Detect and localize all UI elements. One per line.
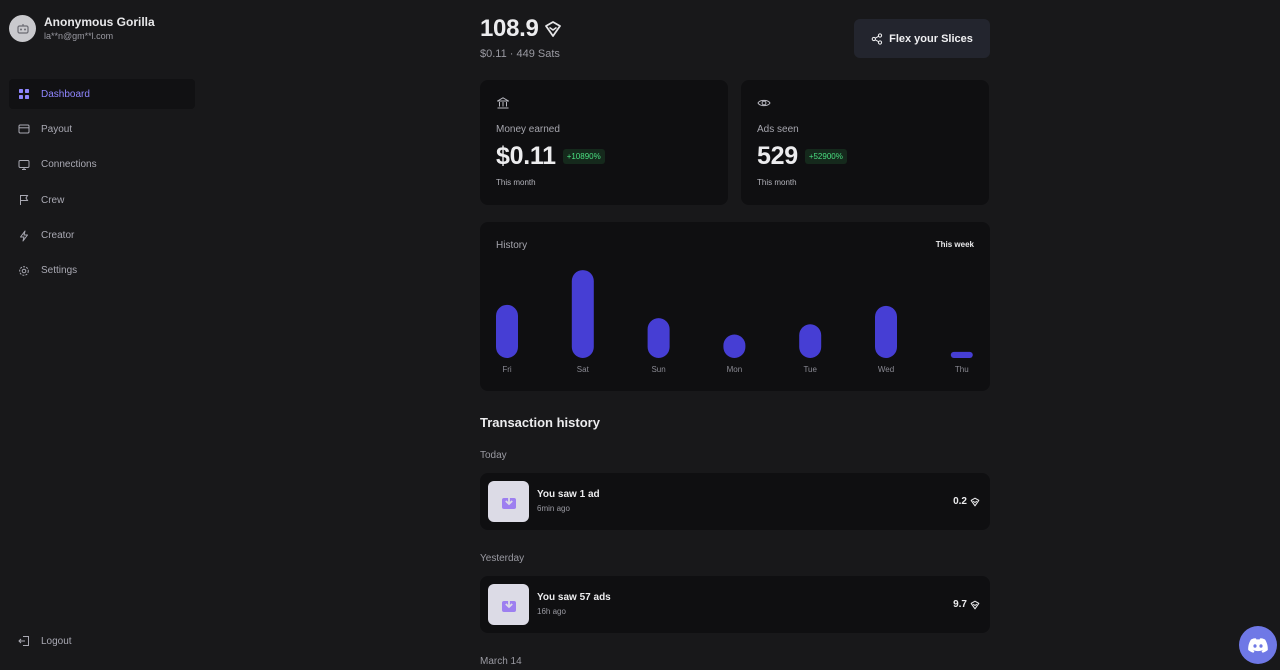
user-name: Anonymous Gorilla: [44, 15, 155, 29]
history-x-label: Wed: [878, 365, 894, 374]
sidebar-item-crew[interactable]: Crew: [9, 185, 195, 215]
history-x-label: Mon: [727, 365, 743, 374]
slice-icon: [970, 600, 980, 609]
history-bar-sun: [647, 318, 670, 358]
transaction-row[interactable]: You saw 1 ad 6min ago 0.2: [480, 473, 990, 530]
history-x-label: Tue: [803, 365, 817, 374]
transaction-title: You saw 1 ad: [537, 489, 600, 500]
history-period-selector[interactable]: This week: [936, 240, 974, 249]
sidebar-item-connections[interactable]: Connections: [9, 150, 195, 180]
bank-icon: [497, 97, 509, 109]
transaction-thumbnail: [488, 481, 529, 522]
grid-icon: [19, 89, 29, 99]
transaction-group-label: March 14: [480, 656, 522, 667]
history-bar-mon: [723, 334, 746, 358]
transaction-history-title: Transaction history: [480, 415, 600, 430]
sidebar: Anonymous Gorilla la**n@gm**l.com Dashbo…: [0, 0, 205, 670]
monitor-icon: [18, 159, 30, 170]
logout-icon: [18, 636, 29, 646]
history-x-label: Thu: [955, 365, 969, 374]
avatar: [9, 15, 36, 42]
bolt-icon: [20, 230, 28, 242]
ads-seen-card: Ads seen 529 +52900% This month: [741, 80, 989, 205]
balance-value: 108.9: [480, 15, 539, 42]
download-icon: [501, 494, 516, 509]
sidebar-item-creator[interactable]: Creator: [9, 221, 195, 251]
stat-title: Money earned: [496, 124, 560, 135]
stat-change-badge: +52900%: [804, 149, 847, 164]
sidebar-item-dashboard[interactable]: Dashboard: [9, 79, 195, 109]
share-icon: [871, 32, 883, 45]
transaction-group-label: Yesterday: [480, 553, 525, 564]
money-earned-card: Money earned $0.11 +10890% This month: [480, 80, 728, 205]
history-title: History: [496, 240, 528, 251]
stat-value: $0.11: [496, 142, 556, 170]
logout-label: Logout: [41, 635, 72, 647]
transaction-amount: 0.2: [953, 496, 980, 507]
logout-button[interactable]: Logout: [9, 626, 195, 656]
eye-icon: [757, 99, 771, 107]
history-bar-fri: [496, 304, 518, 358]
stat-value: 529: [757, 142, 798, 170]
sidebar-item-label: Settings: [41, 265, 78, 277]
sidebar-item-label: Connections: [41, 159, 97, 171]
history-chart: Fri Sat Sun Mon Tue Wed Thu: [496, 270, 973, 374]
stat-title: Ads seen: [757, 124, 799, 135]
sidebar-item-label: Creator: [41, 230, 75, 242]
slice-icon: [970, 497, 980, 506]
user-profile[interactable]: Anonymous Gorilla la**n@gm**l.com: [9, 15, 155, 42]
history-x-label: Fri: [502, 365, 512, 374]
discord-button[interactable]: [1239, 626, 1277, 664]
robot-icon: [16, 23, 29, 34]
sidebar-item-payout[interactable]: Payout: [9, 114, 195, 144]
balance-subtext: $0.11 · 449 Sats: [480, 48, 560, 60]
transaction-row[interactable]: You saw 57 ads 16h ago 9.7: [480, 576, 990, 633]
stat-period: This month: [757, 178, 797, 187]
history-x-label: Sun: [651, 365, 665, 374]
transaction-amount: 9.7: [953, 599, 980, 610]
card-icon: [18, 124, 30, 134]
sidebar-item-label: Payout: [41, 123, 73, 135]
sidebar-item-label: Crew: [41, 194, 65, 206]
flag-icon: [20, 195, 29, 206]
gear-icon: [19, 266, 29, 276]
balance: 108.9: [480, 15, 563, 43]
flex-slices-button[interactable]: Flex your Slices: [854, 19, 990, 58]
history-bar-wed: [875, 305, 897, 358]
history-card: Fri Sat Sun Mon Tue Wed Thu History This week: [480, 222, 990, 391]
sidebar-item-label: Dashboard: [41, 88, 90, 100]
transaction-thumbnail: [488, 584, 529, 625]
sidebar-nav: Dashboard Payout Connections Crew Creato…: [9, 79, 195, 291]
transaction-time: 6min ago: [537, 504, 570, 513]
sidebar-item-settings[interactable]: Settings: [9, 256, 195, 286]
stat-period: This month: [496, 178, 536, 187]
discord-icon: [1248, 637, 1268, 653]
transaction-amount-value: 9.7: [953, 599, 967, 610]
download-icon: [501, 597, 516, 612]
app-root: Anonymous Gorilla la**n@gm**l.com Dashbo…: [0, 0, 1280, 670]
flex-slices-label: Flex your Slices: [889, 32, 973, 45]
history-bar-thu: [950, 351, 973, 358]
history-bar-tue: [799, 324, 822, 358]
slice-icon: [544, 21, 561, 37]
transaction-title: You saw 57 ads: [537, 592, 611, 603]
transaction-time: 16h ago: [537, 607, 566, 616]
transaction-group-label: Today: [480, 450, 507, 461]
transaction-amount-value: 0.2: [953, 496, 967, 507]
user-email: la**n@gm**l.com: [44, 31, 114, 41]
history-bar-sat: [571, 270, 594, 358]
stat-change-badge: +10890%: [562, 149, 605, 164]
history-x-label: Sat: [577, 365, 590, 374]
